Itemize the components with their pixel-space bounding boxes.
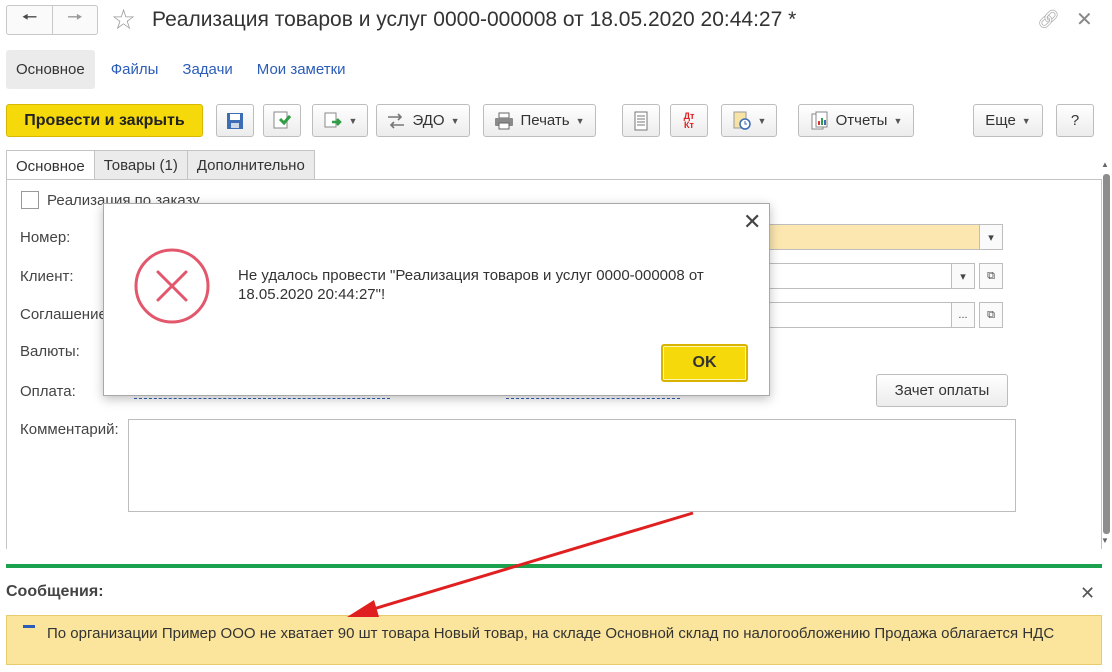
print-button[interactable]: Печать ▼ [483,104,596,137]
link-icon[interactable]: 🔗︎ [1037,9,1060,30]
scroll-down-icon[interactable]: ▼ [1101,536,1109,545]
payment-link[interactable] [134,398,390,399]
nav-files[interactable]: Файлы [111,61,159,78]
edo-label: ЭДО [412,112,445,129]
save-icon [227,112,243,129]
error-dialog: ✕ Не удалось провести "Реализация товаро… [103,203,770,396]
post-and-close-button[interactable]: Провести и закрыть [6,104,203,137]
ok-button[interactable]: OK [661,344,748,382]
structure-button[interactable] [622,104,660,137]
post-button[interactable] [263,104,301,137]
vertical-scrollbar[interactable]: ▲ ▼ [1101,160,1112,545]
print-label: Печать [520,112,570,129]
post-document-icon [273,111,292,128]
comment-label: Комментарий: [20,421,119,438]
section-nav: Основное Файлы Задачи Мои заметки [6,48,370,90]
open-icon[interactable]: ⧉ [979,302,1003,328]
payment-label: Оплата: [20,383,76,400]
messages-title: Сообщения: [6,583,104,600]
printer-icon [495,112,514,129]
message-item[interactable]: По организации Пример ООО не хватает 90 … [6,615,1102,665]
message-text: По организации Пример ООО не хватает 90 … [47,625,1055,642]
nav-tasks[interactable]: Задачи [182,61,232,78]
error-x-icon [134,248,210,324]
chevron-down-icon: ▼ [893,115,903,126]
chevron-down-icon[interactable]: ▾ [951,263,975,289]
title-bar: 🠔 🠖 ☆ Реализация товаров и услуг 0000-00… [0,0,1112,42]
comment-textarea[interactable] [128,419,1016,512]
star-icon[interactable]: ☆ [111,5,136,35]
navigation-buttons: 🠔 🠖 [6,5,98,35]
agreement-field[interactable] [760,302,952,328]
window-title: Реализация товаров и услуг 0000-000008 о… [152,8,797,31]
message-bullet-icon [23,625,35,628]
post-and-close-label: Провести и закрыть [24,111,185,129]
nav-main[interactable]: Основное [6,49,95,89]
tab-goods[interactable]: Товары (1) [93,150,188,180]
more-button[interactable]: Еще ▼ [973,104,1043,137]
form-tabs: Основное Товары (1) Дополнительно [6,150,315,181]
close-icon[interactable]: ✕ [743,211,761,233]
help-button[interactable]: ? [1056,104,1094,137]
chevron-down-icon: ▼ [575,115,585,126]
number-label: Номер: [20,229,71,246]
more-label: Еще [985,112,1016,129]
tab-additional[interactable]: Дополнительно [186,150,315,180]
reports-button[interactable]: Отчеты ▼ [798,104,914,137]
chevron-down-icon: ▼ [348,115,358,126]
tab-main[interactable]: Основное [6,150,95,181]
dialog-message: Не удалось провести "Реализация товаров … [238,267,704,303]
document-clock-icon [733,111,751,130]
reports-label: Отчеты [835,112,888,129]
edo-button[interactable]: ЭДО ▼ [376,104,470,137]
edo-icon [388,112,405,129]
select-button[interactable]: ... [951,302,975,328]
arrow-right-icon[interactable]: 🠖 [51,6,97,34]
arrow-left-icon[interactable]: 🠔 [7,6,52,34]
chevron-down-icon[interactable]: ▾ [979,224,1003,250]
by-order-checkbox[interactable] [21,191,39,209]
close-icon[interactable]: ✕ [1080,583,1095,604]
save-button[interactable] [216,104,254,137]
agreement-label: Соглашение [20,306,107,323]
create-based-on-button[interactable]: ▼ [312,104,368,137]
chevron-down-icon: ▼ [757,115,767,126]
command-bar: Провести и закрыть ▼ ЭДО ▼ Печать ▼ Дт Кт… [6,104,1106,138]
chevron-down-icon: ▼ [450,115,460,126]
dt-kt-button[interactable]: Дт Кт [670,104,708,137]
messages-divider [6,564,1102,568]
chevron-down-icon: ▼ [1021,115,1031,126]
client-field[interactable] [760,263,952,289]
create-based-icon [324,112,342,127]
number-field[interactable] [760,224,980,250]
close-icon[interactable]: ✕ [1076,7,1093,32]
client-label: Клиент: [20,268,74,285]
offset-payment-label: Зачет оплаты [894,382,990,399]
dt-kt-icon: Дт Кт [683,110,695,130]
scroll-up-icon[interactable]: ▲ [1101,160,1109,169]
currency-label: Валюты: [20,343,80,360]
open-icon[interactable]: ⧉ [979,263,1003,289]
list-icon [634,111,648,130]
scrollbar-thumb[interactable] [1103,174,1110,534]
help-label: ? [1070,112,1080,129]
offset-payment-button[interactable]: Зачет оплаты [876,374,1008,407]
related-documents-button[interactable]: ▼ [721,104,777,137]
nav-notes[interactable]: Мои заметки [257,61,346,78]
reports-icon [811,111,828,129]
payment-schedule-link[interactable] [506,398,680,399]
